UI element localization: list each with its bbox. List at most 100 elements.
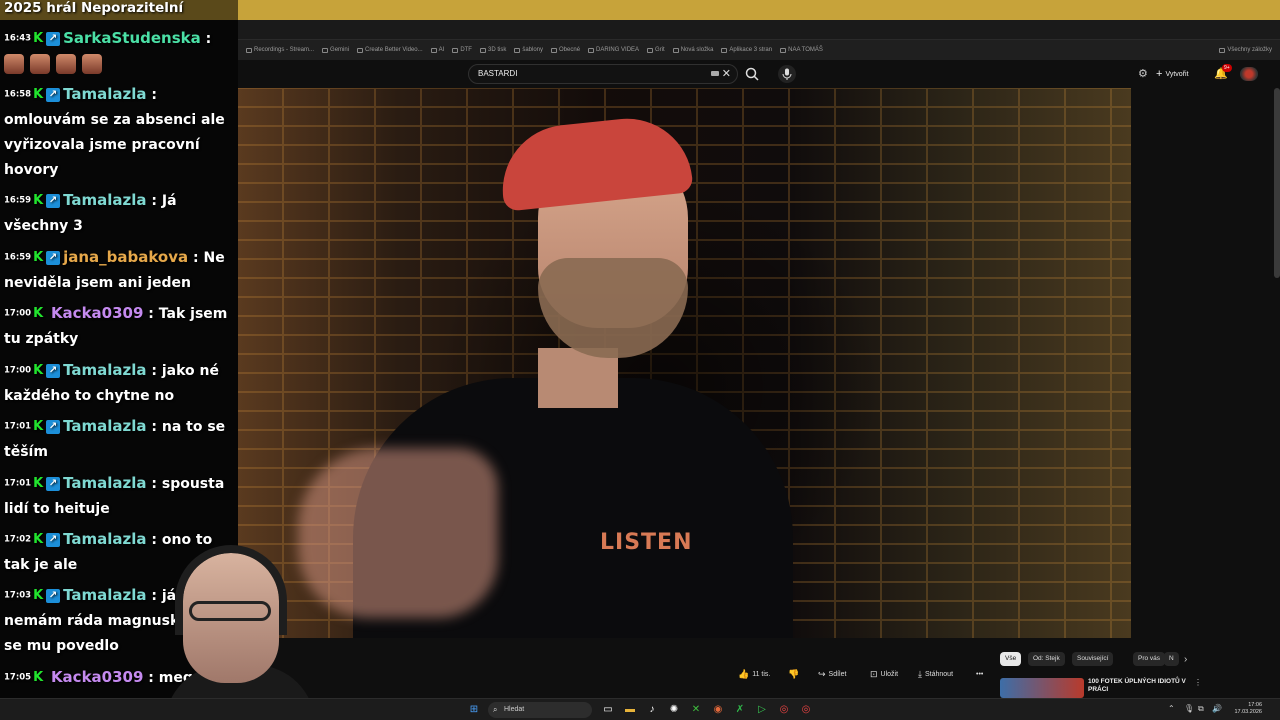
tiktok-icon[interactable]: ♪ <box>644 702 660 718</box>
bookmark-item[interactable]: AI <box>430 47 444 53</box>
dislike-button[interactable]: 👎 <box>788 666 799 682</box>
xbox-icon[interactable]: ✕ <box>688 702 704 718</box>
taskbar-search-input[interactable]: ⌕ Hledat <box>488 702 592 718</box>
app-icon[interactable]: ◉ <box>710 702 726 718</box>
chevron-up-icon[interactable]: ⌃ <box>1168 704 1175 713</box>
folder-icon <box>721 47 728 53</box>
bookmark-item[interactable]: Grit <box>647 47 665 53</box>
emote-image <box>30 54 50 74</box>
chrome-active-icon[interactable]: ◎ <box>798 702 814 718</box>
task-view-icon[interactable]: ▭ <box>600 702 616 718</box>
microphone-icon[interactable] <box>778 65 796 83</box>
chat-separator: : <box>188 250 204 266</box>
share-button[interactable]: ↪ Sdílet <box>818 666 846 682</box>
bookmark-icon: ⊡ <box>870 668 878 679</box>
kick-badge-icon: K <box>33 476 44 491</box>
chat-message: 16:58 K ↗ Tamalazla : omlouvám se za absenc… <box>4 82 236 183</box>
subscriber-badge-icon: ↗ <box>46 533 61 547</box>
subscriber-badge-icon: ↗ <box>46 32 61 46</box>
folder-icon <box>322 47 329 53</box>
like-button[interactable]: 👍 11 tis. <box>738 666 770 682</box>
keyboard-icon[interactable] <box>711 71 719 76</box>
kick-badge-icon: K <box>33 306 44 321</box>
page-scrollbar[interactable] <box>1274 88 1280 278</box>
windows-start-icon[interactable]: ⊞ <box>466 702 482 718</box>
chip-from-channel[interactable]: Od: Stejk <box>1028 652 1065 666</box>
subscriber-badge-icon: ↗ <box>46 194 61 208</box>
chatgpt-icon[interactable]: ✺ <box>666 702 682 718</box>
more-actions-button[interactable]: ••• <box>976 666 983 682</box>
chat-username[interactable]: Kacka0309 <box>51 304 143 322</box>
chat-username[interactable]: Tamalazla <box>63 417 146 435</box>
recommended-video-thumbnail[interactable] <box>1000 678 1084 698</box>
save-button[interactable]: ⊡ Uložit <box>870 666 898 682</box>
browser-address-bar[interactable] <box>238 20 1280 40</box>
bookmark-item[interactable]: 3D tisk <box>479 47 506 53</box>
system-clock[interactable]: 17:06 17.03.2026 <box>1222 702 1262 716</box>
subscriber-badge-icon: ↗ <box>46 420 61 434</box>
chat-timestamp: 16:58 <box>4 89 32 100</box>
chevron-right-icon[interactable]: › <box>1184 654 1187 665</box>
gear-icon[interactable]: ⚙ <box>1138 68 1150 80</box>
video-actions-bar: 👍 11 tis. 👎 ↪ Sdílet ⊡ Uložit ⤓ Stáhnout •••… <box>238 638 1280 698</box>
webcam-person-glasses <box>189 601 271 621</box>
chat-username[interactable]: Tamalazla <box>63 191 146 209</box>
bookmark-item[interactable]: Obecné <box>551 47 580 53</box>
bookmark-item[interactable]: DTF <box>452 47 472 53</box>
file-explorer-icon[interactable]: ▬ <box>622 702 638 718</box>
chip-for-you[interactable]: Pro vás <box>1133 652 1166 666</box>
chat-timestamp: 17:01 <box>4 421 32 432</box>
avatar[interactable] <box>1240 67 1258 81</box>
clear-search-icon[interactable]: ✕ <box>722 65 731 83</box>
chip-more[interactable]: N <box>1164 652 1179 666</box>
webcam-overlay <box>165 545 325 720</box>
chat-username[interactable]: Tamalazla <box>63 530 146 548</box>
bookmark-item[interactable]: Aplikace 3 stran <box>721 47 772 53</box>
chat-username[interactable]: Tamalazla <box>63 586 146 604</box>
volume-icon[interactable]: 🔊 <box>1212 704 1222 713</box>
all-bookmarks[interactable]: Všechny záložky <box>1219 47 1280 53</box>
chat-separator: : <box>146 532 162 548</box>
chat-username[interactable]: Kacka0309 <box>51 668 143 686</box>
bookmark-item[interactable]: Create Better Video... <box>357 47 423 53</box>
folder-icon <box>246 47 252 53</box>
kebab-menu-icon[interactable]: ⋮ <box>1194 678 1202 687</box>
bookmark-item[interactable]: DARING VIDEA <box>588 47 639 53</box>
excel-icon[interactable]: ✗ <box>732 702 748 718</box>
recommended-video-title[interactable]: 100 FOTEK ÚPLNÝCH IDIOTŮ V PRÁCI <box>1088 678 1198 694</box>
chip-all[interactable]: Vše <box>1000 652 1022 666</box>
clock-time: 17:06 <box>1248 702 1262 708</box>
video-person-hand <box>298 448 498 618</box>
kick-badge-icon: K <box>33 532 44 547</box>
chat-username[interactable]: jana_babakova <box>63 248 188 266</box>
subscriber-badge-icon: ↗ <box>46 364 61 378</box>
search-input[interactable]: BASTARDI ✕ <box>468 64 738 84</box>
subscriber-badge-icon: ↗ <box>46 589 61 603</box>
bookmark-item[interactable]: NAA TOMÁŠ <box>780 47 823 53</box>
create-button[interactable]: + Vytvořit <box>1156 66 1189 82</box>
chat-message: 16:43 K ↗ SarkaStudenska : <box>4 26 236 52</box>
chat-separator: : <box>146 476 162 492</box>
microphone-icon[interactable]: 🎙 <box>1184 704 1194 713</box>
folder-icon <box>672 47 679 53</box>
chip-related[interactable]: Související <box>1072 652 1114 666</box>
emote-row <box>4 54 102 74</box>
folder-icon <box>551 47 558 53</box>
kick-badge-icon: K <box>33 87 44 102</box>
download-button[interactable]: ⤓ Stáhnout <box>918 666 953 682</box>
bookmark-item[interactable]: Recordings - Stream... <box>246 47 314 53</box>
video-player[interactable]: LISTEN <box>238 88 1131 638</box>
chat-username[interactable]: Tamalazla <box>63 361 146 379</box>
chrome-icon[interactable]: ◎ <box>776 702 792 718</box>
bookmark-item[interactable]: šablony <box>514 47 543 53</box>
chat-username[interactable]: Tamalazla <box>63 85 146 103</box>
bookmark-item[interactable]: Nová složka <box>672 47 713 53</box>
network-icon[interactable]: ⧉ <box>1198 704 1204 714</box>
kick-badge-icon: K <box>33 363 44 378</box>
play-icon[interactable]: ▷ <box>754 702 770 718</box>
bookmark-item[interactable]: Gemini <box>322 47 349 53</box>
chat-username[interactable]: Tamalazla <box>63 474 146 492</box>
chat-username[interactable]: SarkaStudenska <box>63 29 201 47</box>
search-icon[interactable] <box>744 66 760 82</box>
chat-timestamp: 17:00 <box>4 365 32 376</box>
